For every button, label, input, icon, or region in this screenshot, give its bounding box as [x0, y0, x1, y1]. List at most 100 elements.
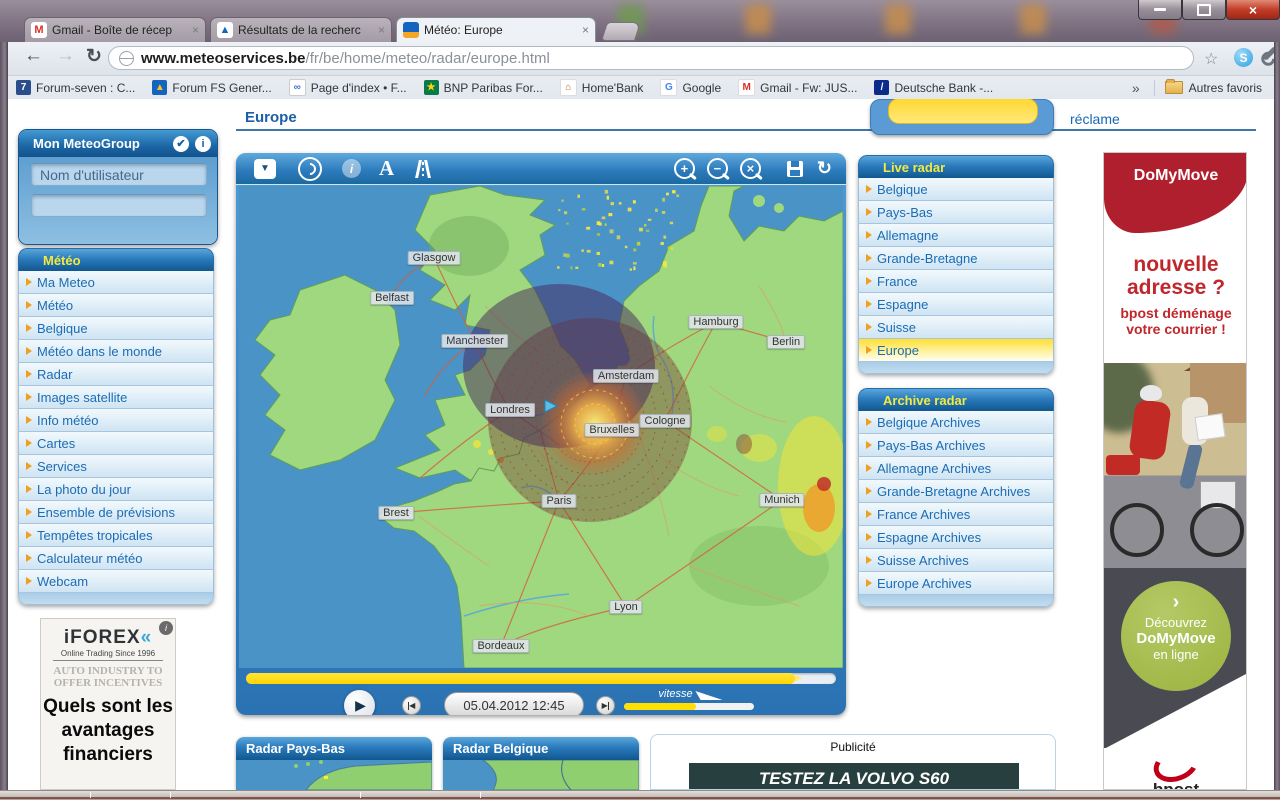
archive-item-france[interactable]: France Archives	[858, 503, 1054, 526]
password-field[interactable]	[31, 194, 207, 217]
info-icon[interactable]: i	[342, 159, 361, 178]
domymove-brand: DoMyMove	[1133, 167, 1219, 184]
archive-item-suisse[interactable]: Suisse Archives	[858, 549, 1054, 572]
menu-footer	[18, 593, 214, 605]
tab-search-results[interactable]: ▲ Résultats de la recherc ×	[210, 17, 392, 42]
bookmark-favicon: ∞	[288, 79, 306, 96]
sidebar-item-images-satellite[interactable]: Images satellite	[18, 386, 214, 409]
live-radar-item-suisse[interactable]: Suisse	[858, 316, 1054, 339]
city-label: Hamburg	[688, 315, 744, 329]
sidebar-item-photo-du-jour[interactable]: La photo du jour	[18, 478, 214, 501]
login-submit-icon[interactable]: ✔	[173, 135, 189, 152]
zoom-reset-button[interactable]: ×	[739, 158, 761, 179]
sidebar-item-info-meteo[interactable]: Info météo	[18, 409, 214, 432]
play-button[interactable]: ▶	[344, 690, 375, 715]
close-button[interactable]: ×	[1226, 0, 1280, 20]
bookmark-page-index[interactable]: ∞ Page d'index • F...	[288, 79, 407, 96]
sidebar-item-belgique[interactable]: Belgique	[18, 317, 214, 340]
zoom-in-button[interactable]: +	[673, 158, 695, 179]
labels-toggle-icon[interactable]: A	[379, 156, 394, 181]
login-info-icon[interactable]: i	[195, 135, 211, 152]
radar-nl-title: Radar Pays-Bas	[236, 737, 432, 760]
other-bookmarks-folder[interactable]: Autres favoris	[1164, 79, 1262, 95]
live-radar-item-europe-selected[interactable]: Europe	[858, 339, 1054, 362]
sidebar-item-ma-meteo[interactable]: Ma Meteo	[18, 271, 214, 294]
speed-slider[interactable]	[624, 703, 754, 710]
refresh-icon[interactable]: ↻	[817, 158, 832, 179]
domymove-ad[interactable]: DoMyMove nouvelle adresse ? bpost déména…	[1103, 152, 1247, 790]
ad-info-icon[interactable]: i	[159, 621, 173, 635]
tab-meteo-europe[interactable]: Météo: Europe ×	[396, 17, 596, 42]
top-partial-button[interactable]	[870, 99, 1054, 135]
volvo-ad[interactable]: TESTEZ LA VOLVO S60	[689, 763, 1019, 789]
forward-button[interactable]: →	[56, 45, 75, 67]
archive-item-allemagne[interactable]: Allemagne Archives	[858, 457, 1054, 480]
back-button[interactable]: ←	[24, 45, 43, 67]
reload-button[interactable]: ↻	[86, 45, 102, 68]
live-radar-item-pays-bas[interactable]: Pays-Bas	[858, 201, 1054, 224]
zoom-out-button[interactable]: −	[706, 158, 728, 179]
sidebar-item-calculateur-meteo[interactable]: Calculateur météo	[18, 547, 214, 570]
archive-radar-menu: Archive radar Belgique Archives Pays-Bas…	[858, 388, 1054, 607]
live-radar-item-espagne[interactable]: Espagne	[858, 293, 1054, 316]
step-back-button[interactable]: ◀	[402, 696, 421, 715]
meteo-menu: Météo Ma Meteo Météo Belgique Météo dans…	[18, 248, 214, 605]
reclame-link[interactable]: réclame	[1070, 111, 1120, 127]
sidebar-item-meteo-monde[interactable]: Météo dans le monde	[18, 340, 214, 363]
live-radar-item-belgique[interactable]: Belgique	[858, 178, 1054, 201]
archive-item-pays-bas[interactable]: Pays-Bas Archives	[858, 434, 1054, 457]
city-label: Glasgow	[407, 251, 461, 265]
bookmarks-bar: 7 Forum-seven : C... ▲ Forum FS Gener...…	[8, 76, 1274, 99]
bookmark-bnp-paribas[interactable]: ★ BNP Paribas For...	[423, 80, 543, 95]
address-bar[interactable]: www.meteoservices.be/fr/be/home/meteo/ra…	[108, 46, 1194, 70]
sidebar-item-radar[interactable]: Radar	[18, 363, 214, 386]
menu-footer	[858, 595, 1054, 607]
browser-window: × M Gmail - Boîte de récep × ▲ Résultats…	[0, 0, 1280, 800]
archive-item-europe[interactable]: Europe Archives	[858, 572, 1054, 595]
radar-nl-panel[interactable]: Radar Pays-Bas	[236, 737, 432, 790]
cta-circle[interactable]: › Découvrez DoMyMove en ligne	[1121, 581, 1231, 691]
sidebar-item-cartes[interactable]: Cartes	[18, 432, 214, 455]
bookmark-google[interactable]: G Google	[660, 79, 721, 96]
tab-close-icon[interactable]: ×	[582, 23, 589, 37]
publicite-panel: Publicité TESTEZ LA VOLVO S60	[650, 734, 1056, 790]
bookmark-forum-fs[interactable]: ▲ Forum FS Gener...	[152, 80, 272, 95]
radar-map[interactable]: Glasgow Belfast Manchester Hamburg Berli…	[239, 186, 843, 668]
tab-close-icon[interactable]: ×	[192, 23, 199, 37]
archive-item-espagne[interactable]: Espagne Archives	[858, 526, 1054, 549]
yellow-pill-button[interactable]	[888, 99, 1038, 124]
tab-close-icon[interactable]: ×	[378, 23, 385, 37]
bookmark-gmail-fw[interactable]: M Gmail - Fw: JUS...	[738, 79, 857, 96]
sidebar-item-webcam[interactable]: Webcam	[18, 570, 214, 593]
new-tab-button[interactable]	[600, 22, 642, 41]
archive-item-belgique[interactable]: Belgique Archives	[858, 411, 1054, 434]
step-forward-button[interactable]: ▶	[596, 696, 615, 715]
iforex-ad[interactable]: i iFOREX« Online Trading Since 1996 AUTO…	[40, 618, 176, 790]
bookmark-deutsche-bank[interactable]: / Deutsche Bank -...	[874, 80, 993, 95]
live-radar-item-france[interactable]: France	[858, 270, 1054, 293]
tab-gmail[interactable]: M Gmail - Boîte de récep ×	[24, 17, 206, 42]
sidebar-item-ensemble-previsions[interactable]: Ensemble de prévisions	[18, 501, 214, 524]
sidebar-item-services[interactable]: Services	[18, 455, 214, 478]
archive-item-grande-bretagne[interactable]: Grande-Bretagne Archives	[858, 480, 1054, 503]
speed-label: vitesse	[624, 688, 754, 700]
datetime-display[interactable]: 05.04.2012 12:45	[444, 692, 584, 715]
skype-extension-icon[interactable]: S	[1234, 48, 1253, 67]
map-dropdown-button[interactable]: ▼	[254, 158, 276, 179]
live-radar-item-grande-bretagne[interactable]: Grande-Bretagne	[858, 247, 1054, 270]
sidebar-item-tempetes-tropicales[interactable]: Tempêtes tropicales	[18, 524, 214, 547]
bookmark-homebank[interactable]: ⌂ Home'Bank	[559, 79, 643, 96]
maximize-button[interactable]	[1182, 0, 1226, 20]
sidebar-item-meteo[interactable]: Météo	[18, 294, 214, 317]
bookmark-star-icon[interactable]: ☆	[1204, 49, 1218, 69]
minimize-button[interactable]	[1138, 0, 1182, 20]
bookmarks-overflow-chevron[interactable]: »	[1132, 80, 1140, 96]
save-icon[interactable]	[786, 160, 803, 177]
search-favicon: ▲	[217, 22, 233, 38]
bookmark-forum-seven[interactable]: 7 Forum-seven : C...	[16, 80, 135, 95]
live-radar-item-allemagne[interactable]: Allemagne	[858, 224, 1054, 247]
radar-icon[interactable]	[298, 156, 322, 181]
username-field[interactable]	[31, 163, 207, 186]
roads-toggle-icon[interactable]	[414, 160, 432, 178]
radar-be-panel[interactable]: Radar Belgique	[443, 737, 639, 790]
